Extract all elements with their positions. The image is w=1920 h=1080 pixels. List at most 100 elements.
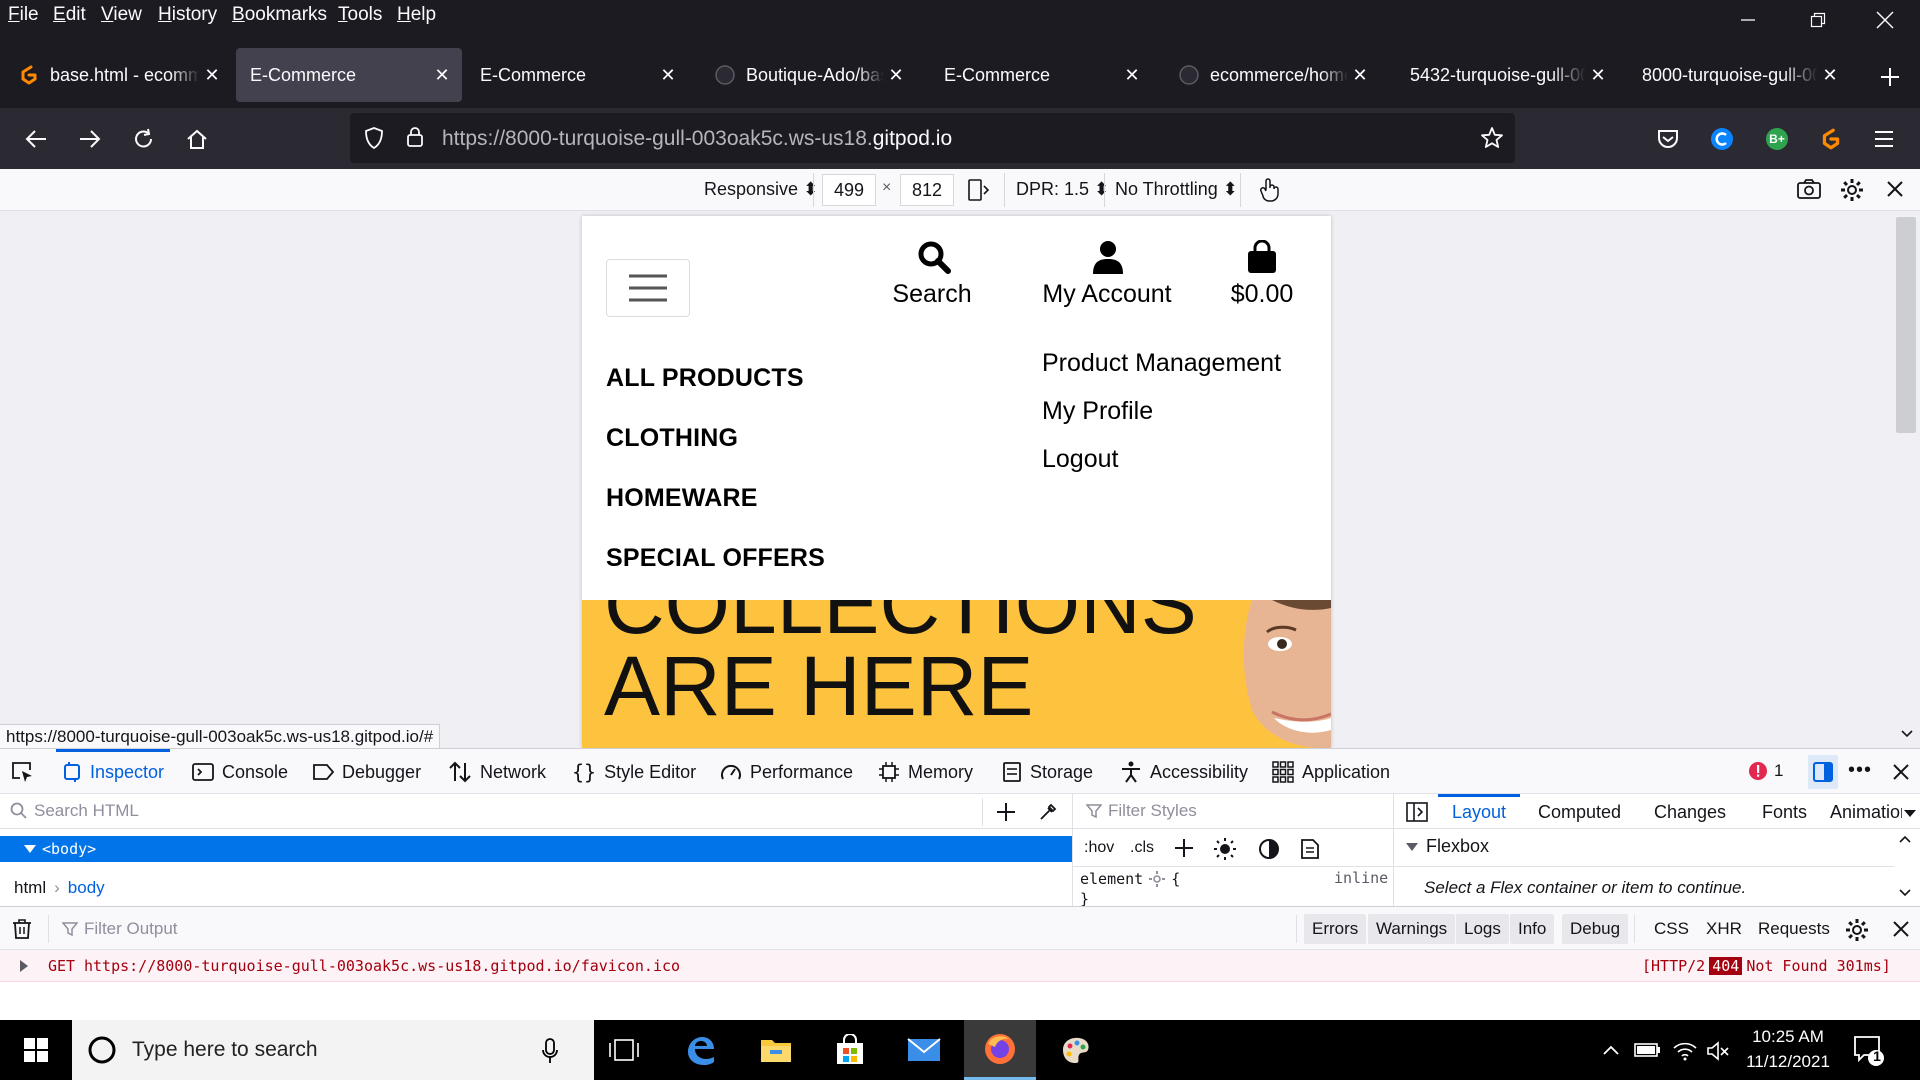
nav-clothing[interactable]: CLOTHING xyxy=(606,424,738,453)
tab-storage[interactable]: Storage xyxy=(1002,749,1093,795)
account-product-management[interactable]: Product Management xyxy=(1042,349,1281,378)
tabs-overflow-chevron-icon[interactable] xyxy=(1904,810,1916,818)
screenshot-button[interactable] xyxy=(1796,178,1822,200)
filter-errors-button[interactable]: Errors xyxy=(1304,914,1367,944)
tab-close-icon[interactable]: ✕ xyxy=(1818,63,1842,87)
taskbar-file-explorer[interactable] xyxy=(740,1020,812,1080)
tab-memory[interactable]: Memory xyxy=(878,749,973,795)
console-settings-button[interactable] xyxy=(1845,918,1869,942)
rule-source[interactable]: inline xyxy=(1334,869,1388,887)
taskbar-firefox[interactable] xyxy=(964,1020,1036,1080)
taskbar-mail[interactable] xyxy=(888,1020,960,1080)
tracking-protection-shield-icon[interactable] xyxy=(364,127,384,149)
menu-help[interactable]: Help xyxy=(397,4,436,26)
tab-ecommerce-3[interactable]: E-Commerce ✕ xyxy=(930,48,1152,102)
dark-color-scheme-icon[interactable] xyxy=(1258,838,1280,860)
task-view-button[interactable] xyxy=(588,1020,660,1080)
tab-performance[interactable]: Performance xyxy=(720,749,853,795)
tab-network[interactable]: Network xyxy=(448,749,546,795)
nav-special-offers[interactable]: SPECIAL OFFERS xyxy=(606,544,825,573)
taskbar-clock[interactable]: 10:25 AM 11/12/2021 xyxy=(1742,1024,1834,1074)
gear-icon[interactable] xyxy=(1149,871,1166,887)
home-button[interactable] xyxy=(177,120,217,158)
tab-ecommerce-2[interactable]: E-Commerce ✕ xyxy=(466,48,688,102)
tab-application[interactable]: Application xyxy=(1272,749,1390,795)
eyedropper-button[interactable] xyxy=(1038,802,1058,822)
sidebar-tab-animations[interactable]: Animations xyxy=(1830,802,1902,823)
menu-bookmarks[interactable]: Bookmarks xyxy=(232,4,327,26)
filter-css-button[interactable]: CSS xyxy=(1646,914,1697,944)
menu-view[interactable]: View xyxy=(101,4,142,26)
tab-close-icon[interactable]: ✕ xyxy=(1348,63,1372,87)
menu-history[interactable]: History xyxy=(158,4,217,26)
viewport-width-input[interactable]: 499 xyxy=(822,174,876,206)
breadcrumb-html[interactable]: html xyxy=(14,878,46,898)
taskbar-search-box[interactable]: Type here to search xyxy=(72,1020,594,1080)
console-message-error[interactable]: GET https://8000-turquoise-gull-003oak5c… xyxy=(0,950,1920,982)
shopping-bag-link[interactable]: $0.00 xyxy=(1212,240,1312,320)
rdm-settings-button[interactable] xyxy=(1840,178,1864,202)
pane-splitter[interactable] xyxy=(1393,794,1394,906)
tab-debugger[interactable]: Debugger xyxy=(312,749,421,795)
forward-button[interactable] xyxy=(70,120,110,158)
pane-splitter[interactable] xyxy=(1072,794,1073,906)
filter-debug-button[interactable]: Debug xyxy=(1562,914,1629,944)
throttling-selector[interactable]: No Throttling ⬍ xyxy=(1115,179,1238,200)
extension-c-button[interactable] xyxy=(1702,120,1742,158)
markup-node-body[interactable]: <body> xyxy=(0,836,1072,862)
console-input-area[interactable] xyxy=(0,982,1920,1020)
sidebar-tab-fonts[interactable]: Fonts xyxy=(1762,802,1807,823)
add-node-button[interactable] xyxy=(996,802,1016,822)
filter-styles-field[interactable]: Filter Styles xyxy=(1086,794,1386,828)
more-options-icon[interactable]: ••• xyxy=(1848,759,1872,782)
page-scrollbar[interactable] xyxy=(1892,211,1920,748)
cls-toggle[interactable]: .cls xyxy=(1130,839,1154,857)
reload-button[interactable] xyxy=(124,120,164,158)
tab-accessibility[interactable]: Accessibility xyxy=(1120,749,1248,795)
new-tab-button[interactable] xyxy=(1872,62,1908,92)
tab-boutique-ado[interactable]: Boutique-Ado/base.html ✕ xyxy=(700,48,916,102)
filter-warnings-button[interactable]: Warnings xyxy=(1368,914,1456,944)
app-menu-button[interactable] xyxy=(1864,120,1904,158)
extension-bplus-button[interactable]: B+ xyxy=(1757,120,1797,158)
tab-8000-gitpod[interactable]: 8000-turquoise-gull-003oak5c ✕ xyxy=(1628,48,1850,102)
lock-icon[interactable] xyxy=(406,126,424,148)
tab-close-icon[interactable]: ✕ xyxy=(884,63,908,87)
tab-close-icon[interactable]: ✕ xyxy=(200,63,224,87)
tab-close-icon[interactable]: ✕ xyxy=(1586,63,1610,87)
rule-selector[interactable]: element xyxy=(1080,870,1143,888)
menu-file[interactable]: File xyxy=(8,4,39,26)
add-rule-plus-icon[interactable] xyxy=(1174,838,1194,858)
clear-console-button[interactable] xyxy=(12,918,32,940)
battery-icon[interactable] xyxy=(1634,1040,1662,1060)
gitpod-extension-button[interactable] xyxy=(1811,120,1851,158)
scrollbar-thumb[interactable] xyxy=(1896,217,1916,433)
dock-toggle-button[interactable] xyxy=(1808,755,1838,789)
menu-edit[interactable]: Edit xyxy=(53,4,86,26)
tab-close-icon[interactable]: ✕ xyxy=(656,63,680,87)
tab-5432-gitpod[interactable]: 5432-turquoise-gull-003oak5c ✕ xyxy=(1396,48,1618,102)
scroll-down-arrow-icon[interactable] xyxy=(1900,729,1914,739)
wifi-icon[interactable] xyxy=(1672,1040,1698,1062)
pocket-button[interactable] xyxy=(1648,120,1688,158)
mobile-nav-toggle-button[interactable] xyxy=(606,259,690,317)
show-hidden-icons-chevron-icon[interactable] xyxy=(1602,1044,1620,1056)
action-center-button[interactable]: 1 xyxy=(1852,1034,1886,1068)
sidebar-tab-changes[interactable]: Changes xyxy=(1654,802,1726,823)
filter-requests-button[interactable]: Requests xyxy=(1750,914,1838,944)
tab-style-editor[interactable]: {} Style Editor xyxy=(572,749,696,795)
back-button[interactable] xyxy=(16,120,56,158)
sidebar-tab-layout[interactable]: Layout xyxy=(1438,794,1521,828)
touch-simulation-button[interactable] xyxy=(1258,177,1280,203)
expand-arrow-icon[interactable] xyxy=(20,960,28,972)
rotate-viewport-button[interactable] xyxy=(966,178,992,202)
scroll-down-arrow-icon[interactable] xyxy=(1898,888,1912,898)
viewport-height-input[interactable]: 812 xyxy=(900,174,954,206)
account-logout[interactable]: Logout xyxy=(1042,445,1118,474)
toggle-sidebar-button[interactable] xyxy=(1406,802,1428,822)
microphone-icon[interactable] xyxy=(542,1038,558,1064)
volume-muted-icon[interactable] xyxy=(1706,1040,1730,1062)
url-text[interactable]: https://8000-turquoise-gull-003oak5c.ws-… xyxy=(442,127,952,151)
site-search-link[interactable]: Search xyxy=(882,240,982,320)
my-account-link[interactable]: My Account xyxy=(1022,240,1192,320)
